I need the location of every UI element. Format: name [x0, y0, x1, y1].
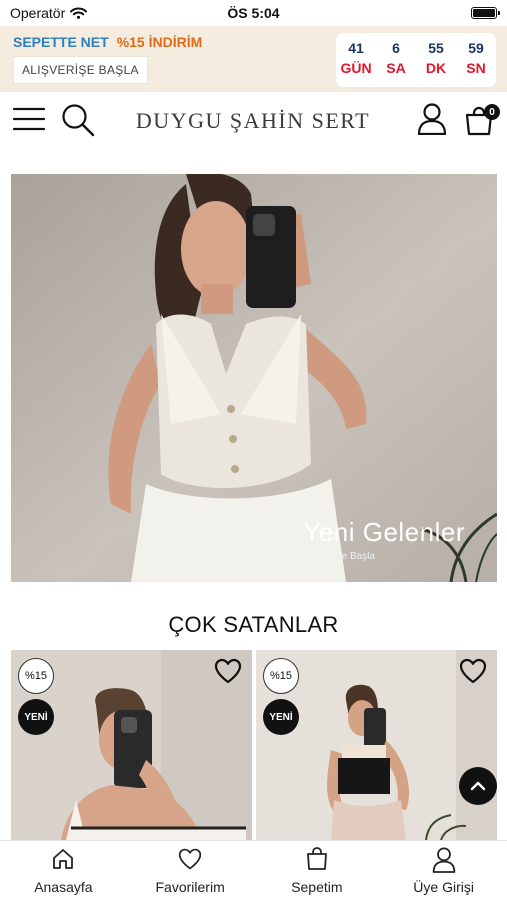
home-icon: [53, 849, 74, 869]
brand-logo[interactable]: DUYGU ŞAHİN SERT: [120, 108, 386, 134]
scroll-to-top-button[interactable]: [459, 767, 497, 805]
user-icon: [432, 847, 455, 873]
countdown-unit: DK: [425, 60, 447, 76]
product-card[interactable]: %15 YENİ: [11, 650, 252, 840]
countdown-unit: SN: [466, 60, 486, 76]
promo-text: SEPETTE NET %15 İNDİRİM: [13, 34, 202, 50]
countdown-minutes: 55 DK: [417, 38, 455, 87]
countdown-seconds: 59 SN: [457, 38, 495, 87]
favorite-heart-icon[interactable]: [214, 658, 242, 684]
hero-caption: Yeni Gelenler: [303, 517, 465, 547]
discount-badge: %15: [18, 658, 54, 694]
bestsellers-title: ÇOK SATANLAR: [168, 612, 339, 637]
countdown-value: 55: [428, 40, 444, 56]
app-header: DUYGU ŞAHİN SERT 0: [0, 92, 507, 150]
status-bar: Operatör ÖS 5:04: [0, 0, 507, 26]
countdown-value: 41: [348, 40, 364, 56]
search-icon[interactable]: [61, 103, 95, 137]
tab-home[interactable]: Anasayfa: [0, 841, 127, 900]
chevron-up-icon: [470, 781, 486, 791]
heart-icon: [178, 848, 202, 870]
hero-subcaption[interactable]: »Alışverişe Başla: [298, 551, 375, 562]
battery-icon: [471, 7, 500, 19]
hero-banner[interactable]: Yeni Gelenler »Alışverişe Başla: [11, 174, 497, 582]
user-icon[interactable]: [417, 103, 447, 135]
bag-icon: [306, 847, 327, 870]
favorite-heart-icon[interactable]: [459, 658, 487, 684]
cart-count: 0: [489, 106, 495, 118]
countdown-value: 6: [392, 40, 400, 56]
status-time: ÖS 5:04: [227, 5, 280, 21]
new-badge: YENİ: [263, 699, 299, 735]
tab-favorites[interactable]: Favorilerim: [127, 841, 254, 900]
countdown-value: 59: [468, 40, 484, 56]
menu-icon[interactable]: [13, 106, 45, 132]
tab-label: Favorilerim: [155, 879, 225, 895]
promo-discount-label: %15 İNDİRİM: [116, 34, 203, 50]
promo-banner: SEPETTE NET %15 İNDİRİM ALIŞVERİŞE BAŞLA …: [0, 26, 507, 92]
countdown-hours: 6 SA: [377, 38, 415, 87]
new-badge: YENİ: [18, 699, 54, 735]
countdown-timer: 41 GÜN 6 SA 55 DK 59 SN: [336, 33, 496, 87]
start-shopping-button[interactable]: ALIŞVERİŞE BAŞLA: [13, 56, 148, 84]
discount-badge: %15: [263, 658, 299, 694]
promo-net-label: SEPETTE NET: [13, 34, 109, 50]
countdown-unit: SA: [386, 60, 406, 76]
product-card[interactable]: %15 YENİ: [256, 650, 497, 840]
countdown-unit: GÜN: [340, 60, 372, 76]
tab-login[interactable]: Üye Girişi: [380, 841, 507, 900]
countdown-days: 41 GÜN: [337, 38, 375, 87]
cart-count-badge: 0: [484, 104, 500, 120]
tab-cart[interactable]: Sepetim: [254, 841, 381, 900]
tab-label: Üye Girişi: [413, 879, 474, 895]
tab-label: Sepetim: [291, 879, 343, 895]
tab-label: Anasayfa: [34, 879, 93, 895]
bottom-tab-bar: Anasayfa Favorilerim Sepetim Üye Girişi: [0, 840, 507, 900]
